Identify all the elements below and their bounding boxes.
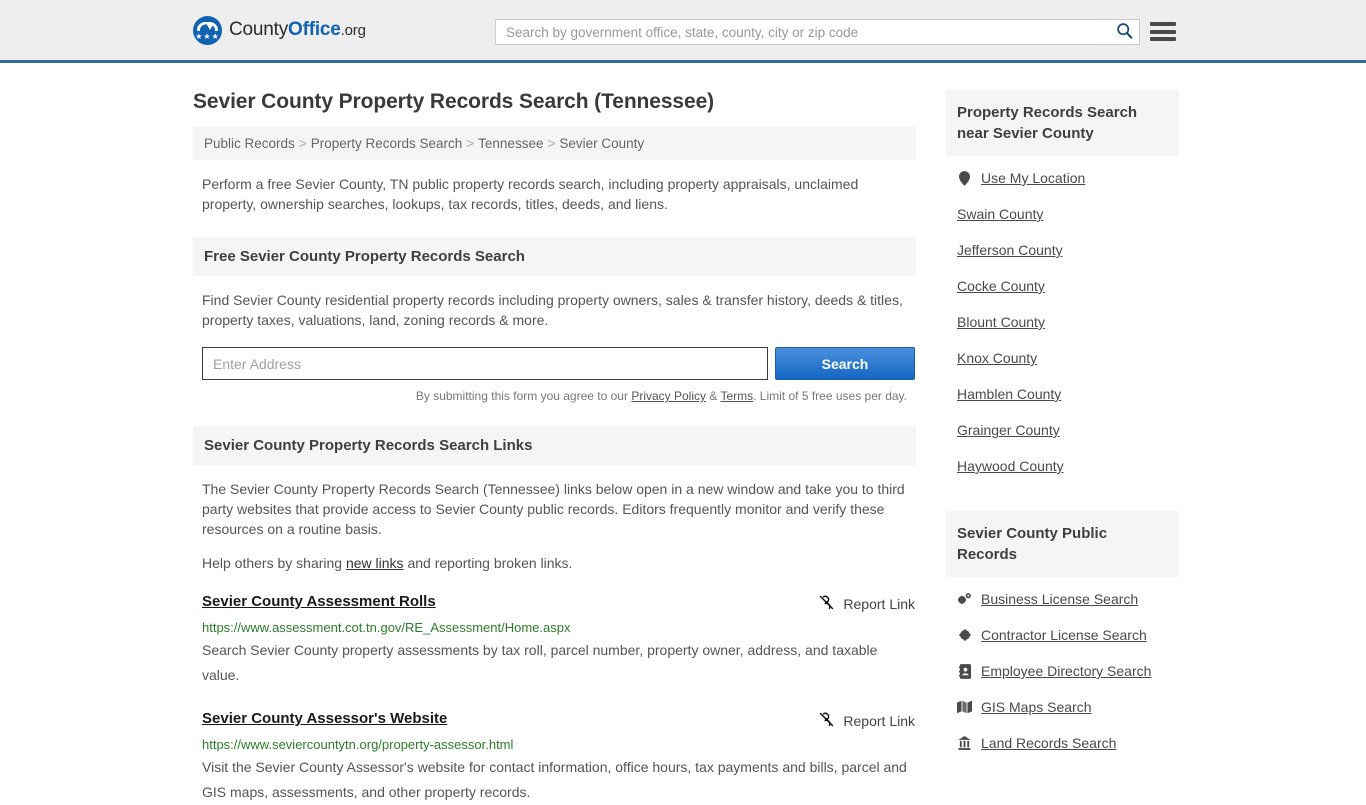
county-office-eagle-logo-icon: ★★★ bbox=[193, 15, 222, 45]
form-disclaimer: By submitting this form you agree to our… bbox=[193, 389, 907, 403]
logo-text-part1: County bbox=[229, 19, 289, 40]
help-text-pre: Help others by sharing bbox=[202, 555, 346, 571]
map-pin-icon bbox=[957, 170, 972, 186]
site-logo[interactable]: ★★★ CountyOffice.org bbox=[193, 15, 366, 45]
terms-link[interactable]: Terms bbox=[720, 389, 753, 403]
result-url: https://www.assessment.cot.tn.gov/RE_Ass… bbox=[202, 620, 571, 635]
sidebar-item-knox-county[interactable]: Knox County bbox=[957, 340, 1179, 376]
sidebar: Property Records Search near Sevier Coun… bbox=[946, 63, 1179, 805]
sidebar-item-land-records-search[interactable]: Land Records Search bbox=[957, 725, 1179, 761]
sidebar-link-label[interactable]: Contractor License Search bbox=[981, 627, 1147, 643]
address-book-icon bbox=[957, 663, 972, 679]
sidebar-item-gis-maps-search[interactable]: GIS Maps Search bbox=[957, 689, 1179, 725]
address-input[interactable] bbox=[202, 347, 768, 380]
sidebar-link-label[interactable]: Jefferson County bbox=[957, 242, 1063, 258]
links-section-heading: Sevier County Property Records Search Li… bbox=[193, 426, 916, 465]
nearby-search-heading: Property Records Search near Sevier Coun… bbox=[946, 90, 1179, 156]
sidebar-item-use-my-location[interactable]: Use My Location bbox=[957, 160, 1179, 196]
new-links-link[interactable]: new links bbox=[346, 555, 404, 571]
public-records-heading: Sevier County Public Records bbox=[946, 511, 1179, 577]
report-link-label: Report Link bbox=[843, 596, 915, 612]
breadcrumb-separator: > bbox=[547, 136, 556, 151]
sidebar-item-jefferson-county[interactable]: Jefferson County bbox=[957, 232, 1179, 268]
help-others-line: Help others by sharing new links and rep… bbox=[202, 555, 916, 571]
unlink-icon bbox=[818, 594, 835, 614]
links-section-description: The Sevier County Property Records Searc… bbox=[202, 481, 905, 537]
hamburger-menu-icon[interactable] bbox=[1150, 20, 1176, 43]
landmark-icon bbox=[957, 736, 972, 750]
search-icon bbox=[1116, 22, 1133, 42]
result-url: https://www.seviercountytn.org/property-… bbox=[202, 737, 514, 752]
sidebar-link-label[interactable]: Grainger County bbox=[957, 422, 1060, 438]
sidebar-item-employee-directory-search[interactable]: Employee Directory Search bbox=[957, 653, 1179, 689]
logo-text-part2: Office bbox=[288, 19, 341, 40]
site-header: ★★★ CountyOffice.org bbox=[0, 0, 1366, 63]
sidebar-link-label[interactable]: GIS Maps Search bbox=[981, 699, 1092, 715]
public-records-list: Business License Search Contractor Licen… bbox=[946, 577, 1179, 761]
search-button[interactable] bbox=[1109, 20, 1139, 44]
address-search-button[interactable]: Search bbox=[775, 347, 915, 380]
sidebar-link-label[interactable]: Land Records Search bbox=[981, 735, 1116, 751]
sidebar-item-contractor-license-search[interactable]: Contractor License Search bbox=[957, 617, 1179, 653]
sidebar-link-label[interactable]: Hamblen County bbox=[957, 386, 1061, 402]
intro-paragraph: Perform a free Sevier County, TN public … bbox=[202, 176, 859, 212]
logo-text-part3: .org bbox=[340, 22, 366, 39]
sidebar-item-business-license-search[interactable]: Business License Search bbox=[957, 581, 1179, 617]
public-records-card: Sevier County Public Records Business Li… bbox=[946, 511, 1179, 761]
breadcrumb-item-public-records[interactable]: Public Records bbox=[204, 136, 295, 151]
result-description: Search Sevier County property assessment… bbox=[202, 642, 878, 683]
disclaimer-text-post: . Limit of 5 free uses per day. bbox=[753, 389, 907, 403]
breadcrumb-item-tennessee[interactable]: Tennessee bbox=[478, 136, 543, 151]
page-content: Sevier County Property Records Search (T… bbox=[0, 63, 1366, 805]
sidebar-item-cocke-county[interactable]: Cocke County bbox=[957, 268, 1179, 304]
sidebar-item-grainger-county[interactable]: Grainger County bbox=[957, 412, 1179, 448]
breadcrumb-separator: > bbox=[298, 136, 307, 151]
free-search-heading: Free Sevier County Property Records Sear… bbox=[193, 237, 916, 276]
sidebar-link-label[interactable]: Knox County bbox=[957, 350, 1037, 366]
sidebar-item-blount-county[interactable]: Blount County bbox=[957, 304, 1179, 340]
sidebar-link-label[interactable]: Haywood County bbox=[957, 458, 1064, 474]
sidebar-link-label[interactable]: Business License Search bbox=[981, 591, 1138, 607]
logo-text: CountyOffice.org bbox=[229, 19, 366, 41]
page-title: Sevier County Property Records Search (T… bbox=[193, 90, 715, 113]
breadcrumb-item-property-records-search[interactable]: Property Records Search bbox=[311, 136, 463, 151]
address-search-form: Search bbox=[202, 347, 915, 380]
free-search-description: Find Sevier County residential property … bbox=[202, 292, 903, 328]
breadcrumb: Public Records > Property Records Search > T… bbox=[193, 127, 916, 160]
result-item: Sevier County Assessor's Website Report … bbox=[202, 710, 915, 805]
sidebar-item-swain-county[interactable]: Swain County bbox=[957, 196, 1179, 232]
breadcrumb-separator: > bbox=[466, 136, 475, 151]
disclaimer-text-pre: By submitting this form you agree to our bbox=[415, 389, 632, 403]
help-text-post: and reporting broken links. bbox=[403, 555, 573, 571]
main-column: Sevier County Property Records Search (T… bbox=[193, 63, 916, 805]
sidebar-link-label[interactable]: Blount County bbox=[957, 314, 1045, 330]
nearby-search-list: Use My Location Swain County Jefferson C… bbox=[946, 156, 1179, 484]
result-item: Sevier County Assessment Rolls Report Li… bbox=[202, 593, 915, 688]
header-search-bar[interactable] bbox=[495, 19, 1140, 45]
sidebar-link-label[interactable]: Swain County bbox=[957, 206, 1043, 222]
cog-icon bbox=[957, 628, 972, 642]
sidebar-link-label[interactable]: Employee Directory Search bbox=[981, 663, 1151, 679]
result-title-link[interactable]: Sevier County Assessment Rolls bbox=[202, 593, 436, 610]
sidebar-link-label[interactable]: Cocke County bbox=[957, 278, 1045, 294]
report-link-button[interactable]: Report Link bbox=[818, 710, 915, 731]
map-icon bbox=[957, 700, 972, 714]
cogs-icon bbox=[957, 592, 972, 606]
nearby-search-card: Property Records Search near Sevier Coun… bbox=[946, 90, 1179, 484]
unlink-icon bbox=[818, 711, 835, 731]
disclaimer-amp: & bbox=[706, 389, 721, 403]
sidebar-item-haywood-county[interactable]: Haywood County bbox=[957, 448, 1179, 484]
report-link-label: Report Link bbox=[843, 713, 915, 729]
sidebar-item-hamblen-county[interactable]: Hamblen County bbox=[957, 376, 1179, 412]
report-link-button[interactable]: Report Link bbox=[818, 593, 915, 614]
sidebar-link-label[interactable]: Use My Location bbox=[981, 170, 1085, 186]
privacy-policy-link[interactable]: Privacy Policy bbox=[631, 389, 706, 403]
result-title-link[interactable]: Sevier County Assessor's Website bbox=[202, 710, 447, 727]
result-description: Visit the Sevier County Assessor's websi… bbox=[202, 759, 907, 800]
search-input[interactable] bbox=[496, 20, 1109, 44]
breadcrumb-item-sevier-county[interactable]: Sevier County bbox=[559, 136, 644, 151]
